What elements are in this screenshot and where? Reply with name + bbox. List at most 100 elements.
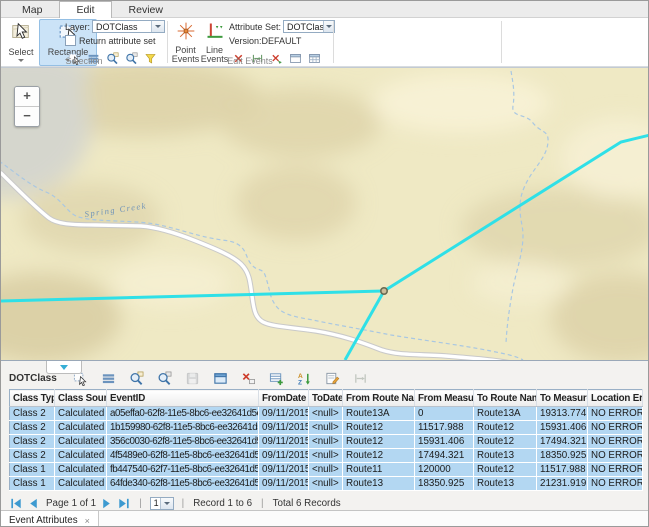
table-cell: NO ERROR: [588, 449, 643, 463]
chevron-down-icon[interactable]: [151, 21, 164, 32]
pagination-bar: Page 1 of 1 | 1 | Record 1 to 6 | Total …: [9, 494, 648, 512]
tab-review[interactable]: Review: [112, 1, 180, 17]
close-icon[interactable]: ×: [85, 516, 90, 526]
sort-icon[interactable]: [295, 368, 315, 388]
previous-page-button[interactable]: [26, 496, 41, 511]
zoom-all-icon[interactable]: [155, 368, 175, 388]
table-cell: 15931.406: [415, 435, 474, 449]
column-header[interactable]: Class Source: [55, 390, 107, 407]
zoom-in-button[interactable]: +: [15, 87, 39, 106]
zoom-out-button[interactable]: −: [15, 106, 39, 126]
table-cell: Calculated: [55, 421, 107, 435]
table-cell: 17494.321: [537, 435, 588, 449]
separator: |: [139, 498, 142, 509]
tab-map[interactable]: Map: [5, 1, 59, 17]
column-header[interactable]: To Route Name: [474, 390, 537, 407]
column-header[interactable]: To Measure: [537, 390, 588, 407]
chevron-down-icon[interactable]: [160, 498, 173, 509]
table-cell: Route13: [474, 477, 537, 491]
bottom-tab-bar: Event Attributes ×: [1, 510, 648, 527]
map-view[interactable]: Spring Creek + −: [1, 67, 648, 360]
table-cell: 17494.321: [415, 449, 474, 463]
attribute-set-combobox[interactable]: DOTClass: [283, 20, 335, 33]
table-cell: Route13: [474, 449, 537, 463]
table-row[interactable]: Class 2Calculateda05effa0-62f8-11e5-8bc6…: [10, 407, 643, 421]
table-cell: 11517.988: [415, 421, 474, 435]
table-cell: 09/11/2015: [259, 435, 309, 449]
attribute-set-label: Attribute Set:: [229, 22, 281, 32]
basemap: Spring Creek: [1, 68, 648, 360]
first-page-button[interactable]: [9, 496, 24, 511]
route-junction-marker[interactable]: [381, 288, 387, 294]
table-cell: Route13A: [343, 407, 415, 421]
column-header[interactable]: EventID: [107, 390, 259, 407]
return-attribute-set-checkbox[interactable]: [65, 35, 76, 46]
record-range-text: Record 1 to 6: [193, 498, 252, 509]
table-cell: 120000: [415, 463, 474, 477]
panel-collapse-tab[interactable]: [46, 361, 82, 374]
event-table: Class TypeClass SourceEventIDFromDateToD…: [9, 389, 643, 491]
table-cell: 09/11/2015: [259, 407, 309, 421]
layer-value: DOTClass: [96, 22, 138, 32]
table-cell: NO ERROR: [588, 477, 643, 491]
table-cell: 18350.925: [415, 477, 474, 491]
table-cell: NO ERROR: [588, 463, 643, 477]
layer-combobox[interactable]: DOTClass: [92, 20, 165, 33]
table-cell: 09/11/2015: [259, 449, 309, 463]
column-header[interactable]: ToDate: [309, 390, 343, 407]
panel-toolbar: DOTClass: [1, 361, 648, 389]
table-row[interactable]: Class 1Calculated64fde340-62f8-11e5-8bc6…: [10, 477, 643, 491]
column-header[interactable]: Location Error: [588, 390, 643, 407]
return-attribute-set-label: Return attribute set: [79, 36, 156, 46]
table-row[interactable]: Class 2Calculated4f5489e0-62f8-11e5-8bc6…: [10, 449, 643, 463]
table-row[interactable]: Class 2Calculated356c0030-62f8-11e5-8bc6…: [10, 435, 643, 449]
map-zoom-control: + −: [14, 86, 40, 127]
version-label: Version:DEFAULT: [229, 36, 301, 46]
table-cell: 64fde340-62f8-11e5-8bc6-ee32641d5ec9: [107, 477, 259, 491]
page-number-value: 1: [154, 498, 159, 508]
table-cell: Route12: [474, 463, 537, 477]
table-row[interactable]: Class 1Calculatedfb447540-62f7-11e5-8bc6…: [10, 463, 643, 477]
table-cell: 09/11/2015: [259, 421, 309, 435]
page-number-combobox[interactable]: 1: [150, 497, 174, 510]
table-cell: 09/11/2015: [259, 463, 309, 477]
attribute-set-value: DOTClass: [287, 22, 323, 32]
list-icon[interactable]: [99, 368, 119, 388]
switch-view-icon[interactable]: [211, 368, 231, 388]
table-row[interactable]: Class 2Calculated1b159980-62f8-11e5-8bc6…: [10, 421, 643, 435]
table-cell: Class 2: [10, 449, 55, 463]
column-header[interactable]: Class Type: [10, 390, 55, 407]
add-record-icon[interactable]: [267, 368, 287, 388]
next-page-button[interactable]: [99, 496, 114, 511]
table-cell: NO ERROR: [588, 421, 643, 435]
tab-edit[interactable]: Edit: [59, 1, 111, 18]
selection-group-label: Selection: [1, 56, 167, 66]
table-cell: Route12: [343, 435, 415, 449]
column-header[interactable]: From Measure: [415, 390, 474, 407]
column-header[interactable]: From Route Name: [343, 390, 415, 407]
column-header[interactable]: FromDate: [259, 390, 309, 407]
tab-event-attributes-label: Event Attributes: [9, 515, 78, 526]
total-records-text: Total 6 Records: [273, 498, 341, 509]
select-cursor-icon: [10, 21, 32, 48]
table-header-row: Class TypeClass SourceEventIDFromDateToD…: [10, 390, 643, 407]
clear-selection-icon[interactable]: [239, 368, 259, 388]
table-cell: <null>: [309, 407, 343, 421]
table-cell: 4f5489e0-62f8-11e5-8bc6-ee32641d5ec9: [107, 449, 259, 463]
table-cell: <null>: [309, 449, 343, 463]
table-cell: 09/11/2015: [259, 477, 309, 491]
table-cell: Route13A: [474, 407, 537, 421]
table-cell: 356c0030-62f8-11e5-8bc6-ee32641d5ec9: [107, 435, 259, 449]
edit-form-icon[interactable]: [323, 368, 343, 388]
table-cell: a05effa0-62f8-11e5-8bc6-ee32641d5ec9: [107, 407, 259, 421]
last-page-button[interactable]: [116, 496, 131, 511]
table-cell: <null>: [309, 463, 343, 477]
table-cell: <null>: [309, 477, 343, 491]
zoom-selected-icon[interactable]: [127, 368, 147, 388]
tab-event-attributes[interactable]: Event Attributes ×: [1, 511, 99, 527]
panel-title: DOTClass: [9, 373, 57, 384]
table-cell: Route12: [343, 421, 415, 435]
table-cell: Route12: [343, 449, 415, 463]
table-cell: NO ERROR: [588, 407, 643, 421]
table-cell: Calculated: [55, 407, 107, 421]
